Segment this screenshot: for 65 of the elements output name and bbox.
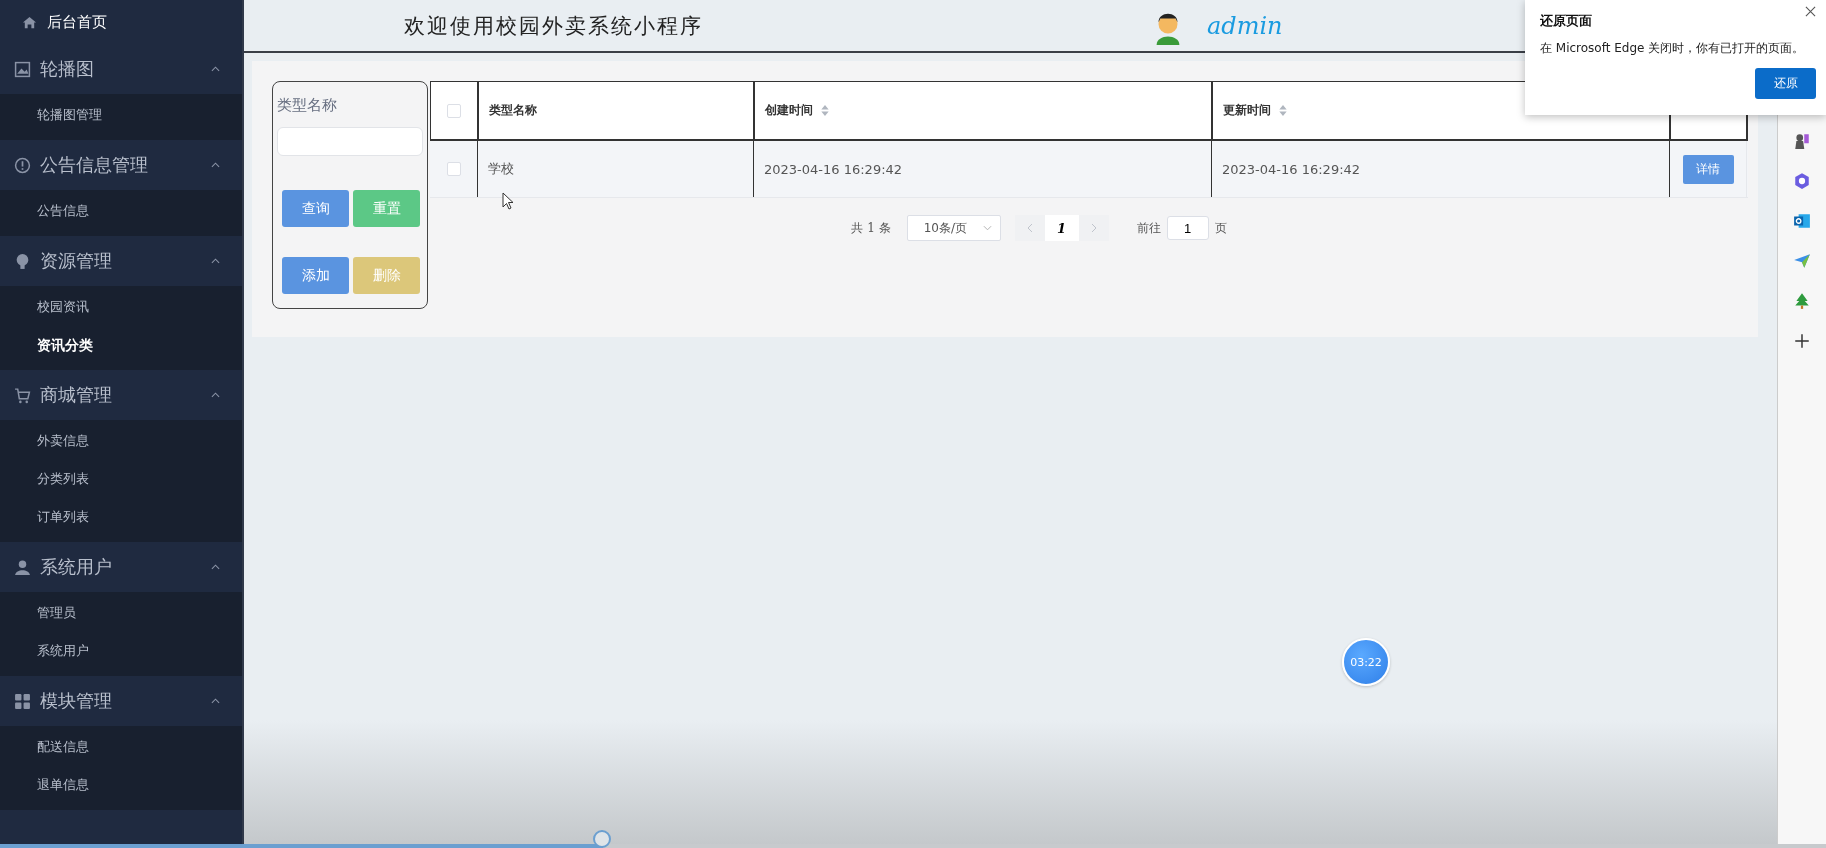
next-page-button[interactable] — [1078, 215, 1109, 241]
table-cell: 2023-04-16 16:29:42 — [764, 161, 903, 177]
sidebar-item[interactable]: 分类列表 — [0, 460, 242, 498]
menu-group[interactable]: 轮播图 — [0, 44, 242, 94]
menu-group[interactable]: 系统用户 — [0, 542, 242, 592]
table-cell: 学校 — [488, 160, 514, 178]
mail-app-icon — [1793, 212, 1811, 230]
dialog-title: 还原页面 — [1540, 12, 1593, 30]
sidebar-item[interactable]: 校园资讯 — [0, 288, 242, 326]
user-icon — [14, 558, 31, 576]
page-title: 欢迎使用校园外卖系统小程序 — [404, 12, 704, 40]
checkbox[interactable] — [447, 103, 461, 118]
sidebar-item[interactable]: 系统用户 — [0, 632, 242, 670]
column-header[interactable]: 类型名称 — [479, 82, 755, 139]
hexagon-icon — [1793, 172, 1811, 190]
progress-slider[interactable] — [0, 828, 1826, 848]
field-label: 类型名称 — [277, 96, 338, 115]
sort-icon[interactable] — [1279, 105, 1287, 116]
sort-icon[interactable] — [821, 105, 829, 116]
goto-page-field[interactable]: 1 — [1166, 216, 1209, 240]
restore-button[interactable]: 还原 — [1755, 68, 1816, 99]
chevron-right-icon — [1090, 223, 1097, 233]
sidebar-item[interactable]: 资讯分类 — [0, 326, 242, 364]
dialog-message: 在 Microsoft Edge 关闭时，你有已打开的页面。 — [1540, 40, 1806, 57]
grid-icon — [14, 692, 31, 710]
user-name: admin — [1207, 11, 1283, 40]
menu-label: 商城管理 — [40, 383, 113, 407]
goto-label: 前往 — [1136, 219, 1161, 237]
input-field[interactable] — [277, 127, 423, 156]
bulb-icon — [14, 252, 31, 270]
column-header[interactable]: 创建时间 — [755, 82, 1213, 139]
total-count: 共 1 条 — [851, 219, 891, 237]
close-icon[interactable] — [1805, 6, 1816, 17]
sidebar-item[interactable]: 管理员 — [0, 594, 242, 632]
sidebar-item[interactable]: 后台首页 — [0, 0, 242, 44]
menu-label: 系统用户 — [40, 555, 113, 579]
sidebar-item[interactable]: 配送信息 — [0, 728, 242, 766]
checkbox[interactable] — [446, 162, 461, 176]
info-icon — [14, 156, 31, 174]
table-cell: 2023-04-16 16:29:42 — [1222, 161, 1361, 177]
sidebar-item[interactable]: 订单列表 — [0, 498, 242, 536]
chess-icon — [1793, 132, 1811, 150]
menu-label: 模块管理 — [40, 689, 113, 713]
sidebar-item[interactable]: 外卖信息 — [0, 422, 242, 460]
menu-group[interactable]: 资源管理 — [0, 236, 242, 286]
menu-group[interactable]: 公告信息管理 — [0, 140, 242, 190]
menu-group[interactable]: 商城管理 — [0, 370, 242, 420]
sidebar-item[interactable]: 退单信息 — [0, 766, 242, 804]
cart-icon — [14, 386, 31, 404]
page-size-select[interactable]: 10条/页 — [906, 215, 1001, 241]
plus-icon[interactable] — [1793, 332, 1811, 350]
send-icon — [1793, 252, 1811, 270]
page-number[interactable]: 1 — [1044, 215, 1079, 241]
menu-label: 资源管理 — [40, 249, 113, 273]
prev-page-button[interactable] — [1014, 215, 1045, 241]
home-icon — [22, 14, 37, 30]
caret-icon — [982, 225, 992, 231]
menu-label: 轮播图 — [40, 57, 95, 81]
menu-label: 后台首页 — [47, 12, 107, 32]
menu-group[interactable]: 模块管理 — [0, 676, 242, 726]
page-unit: 页 — [1214, 219, 1227, 237]
menu-label: 公告信息管理 — [40, 153, 149, 177]
image-icon — [14, 60, 31, 78]
chevron-left-icon — [1026, 223, 1033, 233]
tree-icon — [1793, 292, 1811, 310]
